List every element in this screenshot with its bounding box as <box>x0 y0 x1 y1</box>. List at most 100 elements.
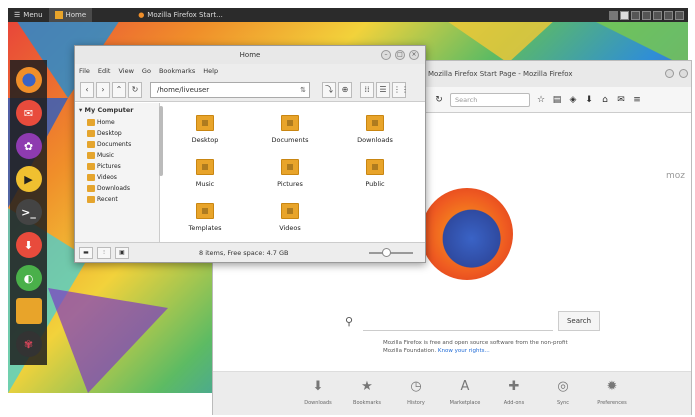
mail-icon[interactable]: ✉ <box>15 100 42 126</box>
launcher-history[interactable]: ◷ History <box>399 372 433 415</box>
show-tree-button[interactable]: ⫶ <box>97 246 111 259</box>
folder-item[interactable]: Templates <box>165 203 245 232</box>
top-panel: ☰ Menu Home ● Mozilla Firefox Start... <box>8 8 688 22</box>
forward-button[interactable]: › <box>96 81 110 98</box>
launcher-bar: ⬇ Downloads ★ Bookmarks ◷ History A Mark… <box>213 371 691 415</box>
sidebar-item-desktop[interactable]: Desktop <box>75 128 159 139</box>
workspace-5[interactable] <box>664 10 673 20</box>
menu-help[interactable]: Help <box>203 67 218 75</box>
folder-item[interactable]: Downloads <box>335 115 415 144</box>
reload-button[interactable]: ↻ <box>128 81 142 98</box>
sidebar-item-music[interactable]: Music <box>75 150 159 161</box>
folder-label: Desktop <box>191 136 219 144</box>
close-button[interactable]: × <box>409 50 419 60</box>
pocket-icon[interactable]: ◈ <box>568 95 578 105</box>
folder-item[interactable]: Videos <box>250 203 330 232</box>
sidebar-item-pictures[interactable]: Pictures <box>75 161 159 172</box>
desktop-icon <box>87 130 95 137</box>
sidebar-item-home[interactable]: Home <box>75 117 159 128</box>
folder-item[interactable]: Desktop <box>165 115 245 144</box>
folder-icon <box>54 11 63 19</box>
minimize-button[interactable] <box>665 69 674 78</box>
folder-icon[interactable] <box>15 298 42 324</box>
menu-button[interactable]: ☰ Menu <box>8 8 49 22</box>
sidebar-item-documents[interactable]: Documents <box>75 139 159 150</box>
clock-icon: ◷ <box>410 379 422 394</box>
list-view-button[interactable]: ☰ <box>376 81 390 98</box>
folder-label: Music <box>195 180 215 188</box>
back-button[interactable]: ‹ <box>80 81 94 98</box>
sidebar-item-label: Recent <box>97 196 118 203</box>
launcher-sync[interactable]: ◎ Sync <box>546 372 580 415</box>
sidebar-scrollbar[interactable] <box>159 106 163 176</box>
up-button[interactable]: ⌃ <box>112 81 126 98</box>
sidebar-item-videos[interactable]: Videos <box>75 172 159 183</box>
menu-view[interactable]: View <box>118 67 133 75</box>
menu-edit[interactable]: Edit <box>98 67 111 75</box>
software-center-icon[interactable]: ⬇ <box>15 232 42 258</box>
sidebar-header: ▾ My Computer <box>79 106 134 114</box>
zoom-slider[interactable] <box>369 248 413 257</box>
media-player-icon[interactable]: ▶ <box>15 166 42 192</box>
menu-go[interactable]: Go <box>142 67 151 75</box>
show-places-button[interactable]: ▬ <box>79 246 93 259</box>
target-icon[interactable]: ⊕ <box>338 81 352 98</box>
maximize-button[interactable]: □ <box>395 50 405 60</box>
chat-icon[interactable]: ✉ <box>616 95 626 105</box>
music-icon <box>87 152 95 159</box>
search-button[interactable]: ⤵ <box>322 81 336 98</box>
chat-icon[interactable]: ✿ <box>15 133 42 159</box>
folder-item[interactable]: Music <box>165 159 245 188</box>
folder-label: Public <box>365 180 385 188</box>
folder-item[interactable]: Pictures <box>250 159 330 188</box>
videos-folder-icon <box>281 203 299 219</box>
taskbar-item-home[interactable]: Home <box>48 8 93 22</box>
apps-icon[interactable]: ✾ <box>15 331 42 357</box>
reload-icon[interactable]: ↻ <box>434 95 444 105</box>
tray-icon[interactable] <box>609 10 618 20</box>
start-search-input[interactable] <box>363 313 553 331</box>
compact-view-button[interactable]: ⋮⋮ <box>392 81 409 98</box>
download-icon[interactable]: ⬇ <box>584 95 594 105</box>
firefox-icon[interactable] <box>15 67 42 93</box>
search-button[interactable]: Search <box>558 311 600 331</box>
left-dock: ✉ ✿ ▶ >_ ⬇ ◐ ✾ <box>10 60 47 365</box>
sidebar-item-recent[interactable]: Recent <box>75 194 159 205</box>
workspace-3[interactable] <box>642 10 651 20</box>
pictures-folder-icon <box>281 159 299 175</box>
reading-list-icon[interactable]: ▤ <box>552 95 562 105</box>
launcher-addons[interactable]: ✚ Add-ons <box>497 372 531 415</box>
sidebar-item-downloads[interactable]: Downloads <box>75 183 159 194</box>
workspace-6[interactable] <box>675 10 684 20</box>
window-title: Home <box>239 51 261 59</box>
workspace-4[interactable] <box>653 10 662 20</box>
folder-item[interactable]: Public <box>335 159 415 188</box>
launcher-label: Add-ons <box>503 400 525 406</box>
recent-icon <box>87 196 95 203</box>
terminal-icon[interactable]: >_ <box>15 199 42 225</box>
toggle-location-icon[interactable]: ⇅ <box>300 83 306 97</box>
location-path: /home/liveuser <box>157 85 210 94</box>
workspace-1[interactable] <box>620 10 629 20</box>
menu-file[interactable]: File <box>79 67 90 75</box>
menu-bookmarks[interactable]: Bookmarks <box>159 67 195 75</box>
icon-view-button[interactable]: ⁞⁞ <box>360 81 374 98</box>
minimize-button[interactable]: – <box>381 50 391 60</box>
know-your-rights-link[interactable]: Know your rights... <box>438 348 490 354</box>
maximize-button[interactable] <box>679 69 688 78</box>
firefox-search-input[interactable]: Search <box>450 92 530 107</box>
zoom-slider-knob[interactable] <box>382 248 392 257</box>
taskbar-item-firefox[interactable]: ● Mozilla Firefox Start... <box>132 8 229 22</box>
hide-sidebar-button[interactable]: ▣ <box>115 246 129 259</box>
launcher-marketplace[interactable]: A Marketplace <box>448 372 482 415</box>
launcher-bookmarks[interactable]: ★ Bookmarks <box>350 372 384 415</box>
folder-item[interactable]: Documents <box>250 115 330 144</box>
home-icon[interactable]: ⌂ <box>600 95 610 105</box>
star-icon[interactable]: ☆ <box>536 95 546 105</box>
menu-icon[interactable]: ≡ <box>632 95 642 105</box>
location-bar[interactable]: /home/liveuser ⇅ <box>150 81 310 98</box>
workspace-2[interactable] <box>631 10 640 20</box>
settings-toggle-icon[interactable]: ◐ <box>15 265 42 291</box>
launcher-downloads[interactable]: ⬇ Downloads <box>301 372 335 415</box>
launcher-preferences[interactable]: ✹ Preferences <box>595 372 629 415</box>
